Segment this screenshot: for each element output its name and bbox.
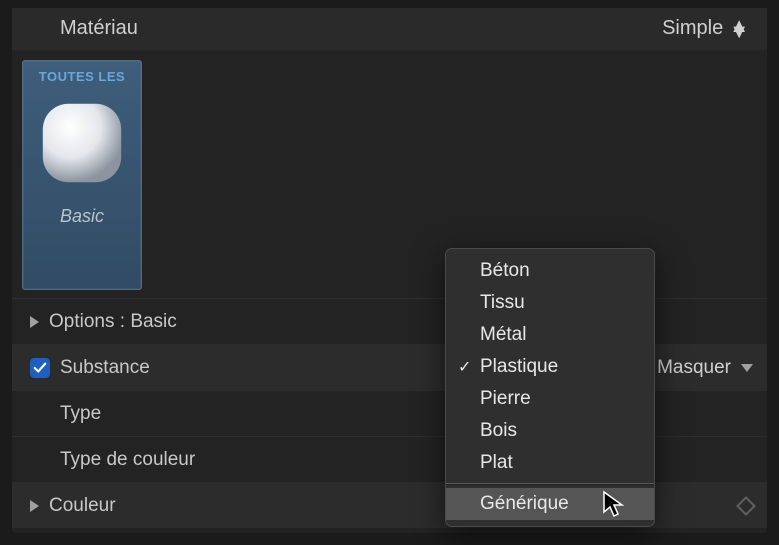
substance-checkbox[interactable]: [30, 358, 50, 378]
substance-action-label: Masquer: [657, 357, 731, 379]
options-label: Options : Basic: [49, 311, 177, 333]
material-tile[interactable]: TOUTES LES Basic: [22, 60, 142, 290]
menu-item[interactable]: Bois: [446, 415, 654, 447]
menu-item[interactable]: Pierre: [446, 383, 654, 415]
disclosure-icon: [30, 500, 39, 512]
substance-action[interactable]: Masquer: [657, 357, 753, 379]
color-label: Couleur: [49, 495, 116, 517]
menu-item[interactable]: Plastique: [446, 351, 654, 383]
tile-name: Basic: [29, 206, 135, 227]
menu-item[interactable]: Tissu: [446, 287, 654, 319]
colortype-label: Type de couleur: [60, 449, 195, 471]
tile-header: TOUTES LES: [29, 69, 135, 84]
menu-item[interactable]: Béton: [446, 255, 654, 287]
panel-header: Matériau Simple ▲▼: [12, 8, 767, 50]
type-label: Type: [60, 403, 101, 425]
material-swatch: [33, 94, 131, 192]
substance-label: Substance: [60, 357, 150, 379]
view-mode-select[interactable]: Simple ▲▼: [662, 17, 749, 40]
menu-item[interactable]: Plat: [446, 447, 654, 479]
disclosure-icon: [30, 316, 39, 328]
view-mode-value: Simple: [662, 17, 723, 40]
panel-title: Matériau: [60, 17, 138, 40]
keyframe-icon[interactable]: [736, 496, 756, 516]
stepper-icon: ▲▼: [729, 23, 749, 35]
cursor-icon: [602, 490, 626, 525]
menu-separator: [446, 483, 654, 484]
chevron-down-icon: [741, 364, 753, 372]
substance-type-menu[interactable]: BétonTissuMétalPlastiquePierreBoisPlatGé…: [445, 248, 655, 527]
menu-item[interactable]: Métal: [446, 319, 654, 351]
